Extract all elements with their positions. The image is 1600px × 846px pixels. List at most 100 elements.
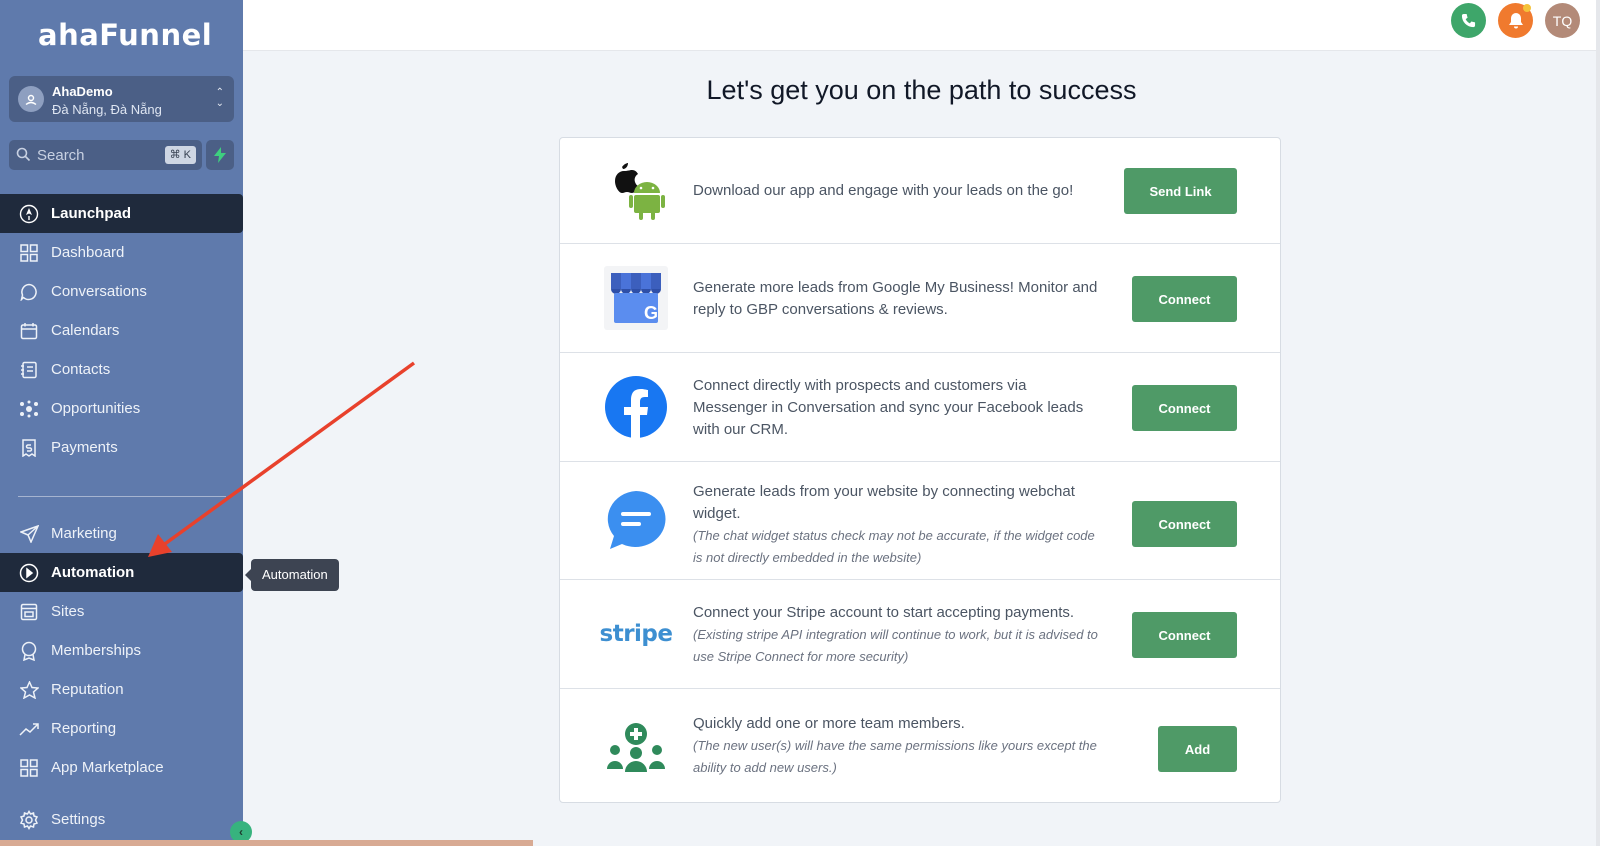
sidebar-item-settings[interactable]: Settings <box>0 800 243 839</box>
sidebar-item-label: Reporting <box>51 720 117 737</box>
chat-icon <box>18 281 40 303</box>
location-icon <box>18 86 44 112</box>
connect-gmb-button[interactable]: Connect <box>1132 276 1237 322</box>
sidebar-item-payments[interactable]: Payments <box>0 428 243 467</box>
page-title: Let's get you on the path to success <box>706 75 1137 105</box>
list-item-stripe: stripe Connect your Stripe account to st… <box>560 580 1280 689</box>
sidebar: ahaFunnel AhaDemo Đà Nẵng, Đà Nẵng ⌃ ⌄ Se… <box>0 0 252 846</box>
sidebar-item-label: Dashboard <box>51 244 125 261</box>
sidebar-item-label: Settings <box>51 811 106 828</box>
sidebar-item-calendars[interactable]: Calendars <box>0 311 243 350</box>
badge-icon <box>18 640 40 662</box>
chevron-left-icon: ‹ <box>239 825 243 839</box>
connect-webchat-button[interactable]: Connect <box>1132 501 1237 547</box>
sidebar-item-label: Reputation <box>51 681 124 698</box>
sidebar-item-opportunities[interactable]: Opportunities <box>0 389 243 428</box>
stripe-icon: stripe <box>600 602 673 666</box>
automation-tooltip: Automation <box>245 559 339 591</box>
trend-icon <box>18 718 40 740</box>
row-text: Generate leads from your website by conn… <box>693 483 1075 522</box>
webchat-icon <box>604 489 668 553</box>
account-switcher[interactable]: AhaDemo Đà Nẵng, Đà Nẵng ⌃ ⌄ <box>9 76 234 122</box>
row-note: (Existing stripe API integration will co… <box>693 627 1098 664</box>
row-description: Connect directly with prospects and cust… <box>693 377 1084 438</box>
chevron-up-down-icon: ⌃ ⌄ <box>215 87 224 109</box>
sidebar-item-dashboard[interactable]: Dashboard <box>0 233 243 272</box>
grid-icon <box>18 757 40 779</box>
search-placeholder: Search <box>37 147 85 164</box>
sites-icon <box>18 601 40 623</box>
svg-text:G: G <box>644 303 658 323</box>
connect-stripe-button[interactable]: Connect <box>1132 612 1237 658</box>
opportunities-icon <box>18 398 40 420</box>
notification-dot <box>1523 4 1531 12</box>
sidebar-item-app-marketplace[interactable]: App Marketplace <box>0 748 243 787</box>
sidebar-item-memberships[interactable]: Memberships <box>0 631 243 670</box>
lightning-icon <box>214 147 226 163</box>
row-description: Quickly add one or more team members. (T… <box>693 713 1103 779</box>
star-icon <box>18 679 40 701</box>
row-description: Generate leads from your website by conn… <box>693 481 1103 569</box>
google-my-business-icon: G <box>604 266 668 330</box>
search-box[interactable]: Search ⌘ K <box>9 140 202 170</box>
row-text: Quickly add one or more team members. <box>693 715 965 732</box>
facebook-icon <box>604 375 668 439</box>
payments-icon <box>18 437 40 459</box>
bell-icon <box>1508 13 1523 29</box>
gear-icon <box>18 809 40 831</box>
sidebar-item-label: Contacts <box>51 361 111 378</box>
top-bar: TQ <box>243 0 1600 51</box>
sidebar-item-label: Memberships <box>51 642 142 659</box>
calendar-icon <box>18 320 40 342</box>
sidebar-divider <box>18 496 226 497</box>
sidebar-item-reputation[interactable]: Reputation <box>0 670 243 709</box>
sidebar-item-launchpad[interactable]: Launchpad <box>0 194 243 233</box>
row-text: Connect your Stripe account to start acc… <box>693 604 1075 621</box>
sidebar-item-label: Opportunities <box>51 400 141 417</box>
list-item-google-my-business: G Generate more leads from Google My Bus… <box>560 244 1280 353</box>
team-add-icon <box>604 716 668 780</box>
quick-action-button[interactable] <box>206 140 234 170</box>
add-team-member-button[interactable]: Add <box>1158 726 1237 772</box>
sidebar-item-automation[interactable]: Automation <box>0 553 243 592</box>
sidebar-item-label: Calendars <box>51 322 120 339</box>
phone-button[interactable] <box>1451 3 1486 38</box>
list-item-facebook: Connect directly with prospects and cust… <box>560 353 1280 462</box>
search-shortcut: ⌘ K <box>164 146 196 164</box>
sidebar-item-label: Payments <box>51 439 118 456</box>
sidebar-item-label: Launchpad <box>51 205 132 222</box>
sidebar-item-label: Marketing <box>51 525 117 542</box>
send-icon <box>18 523 40 545</box>
launchpad-icon <box>18 203 40 225</box>
notifications-button[interactable] <box>1498 3 1533 38</box>
row-description: Download our app and engage with your le… <box>693 182 1074 199</box>
sidebar-item-label: Automation <box>51 564 135 581</box>
sidebar-item-label: App Marketplace <box>51 759 164 776</box>
row-description: Connect your Stripe account to start acc… <box>693 602 1103 668</box>
sidebar-item-reporting[interactable]: Reporting <box>0 709 243 748</box>
sidebar-item-contacts[interactable]: Contacts <box>0 350 243 389</box>
sidebar-item-sites[interactable]: Sites <box>0 592 243 631</box>
user-avatar[interactable]: TQ <box>1545 3 1580 38</box>
row-note: (The new user(s) will have the same perm… <box>693 738 1097 775</box>
list-item-mobile-app: Download our app and engage with your le… <box>560 138 1280 244</box>
sidebar-item-conversations[interactable]: Conversations <box>0 272 243 311</box>
app-logo[interactable]: ahaFunnel <box>38 18 212 52</box>
dashboard-icon <box>18 242 40 264</box>
page-scrollbar[interactable] <box>1596 0 1600 846</box>
stripe-logo-text: stripe <box>599 621 673 647</box>
contacts-icon <box>18 359 40 381</box>
account-location: Đà Nẵng, Đà Nẵng <box>52 102 162 117</box>
sidebar-item-label: Sites <box>51 603 85 620</box>
connect-facebook-button[interactable]: Connect <box>1132 385 1237 431</box>
list-item-team-members: Quickly add one or more team members. (T… <box>560 689 1280 803</box>
phone-icon <box>1461 13 1476 28</box>
row-note: (The chat widget status check may not be… <box>693 528 1095 565</box>
sidebar-item-marketing[interactable]: Marketing <box>0 514 243 553</box>
send-link-button[interactable]: Send Link <box>1124 168 1237 214</box>
bottom-strip <box>0 840 533 846</box>
onboarding-card: Download our app and engage with your le… <box>559 137 1281 803</box>
sidebar-item-label: Conversations <box>51 283 147 300</box>
account-name: AhaDemo <box>52 84 113 99</box>
automation-icon <box>18 562 40 584</box>
